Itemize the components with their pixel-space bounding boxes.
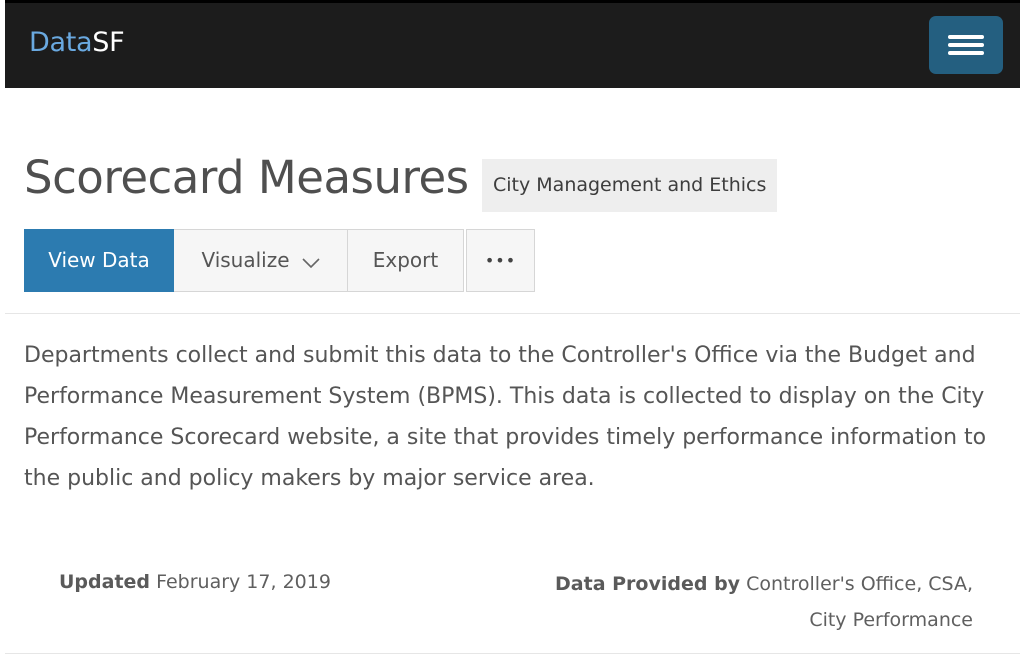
visualize-label: Visualize: [201, 248, 290, 272]
provided-by-line-1: Data Provided by Controller's Office, CS…: [555, 566, 973, 602]
provided-by-label: Data Provided by: [555, 573, 741, 595]
updated-label: Updated: [59, 571, 151, 593]
brand-data-text: Data: [29, 27, 93, 58]
updated-info: Updated February 17, 2019: [59, 566, 331, 598]
provided-by-value: Controller's Office, CSA,: [746, 573, 973, 595]
provided-by-value-line-2: City Performance: [809, 609, 973, 631]
more-options-button[interactable]: •••: [466, 229, 535, 292]
section-divider: [5, 313, 1020, 314]
datasf-logo[interactable]: DataSF: [29, 27, 125, 59]
updated-date: February 17, 2019: [156, 571, 331, 593]
bottom-divider: [5, 653, 1020, 654]
dataset-description: Departments collect and submit this data…: [24, 343, 987, 491]
brand-sf-text: SF: [92, 27, 125, 58]
page-title: Scorecard Measures: [24, 151, 469, 204]
action-toolbar: View Data Visualize Export •••: [24, 229, 535, 292]
chevron-down-icon: [301, 231, 320, 292]
category-badge[interactable]: City Management and Ethics: [482, 159, 778, 212]
view-data-button[interactable]: View Data: [24, 229, 174, 292]
export-button[interactable]: Export: [348, 229, 464, 292]
hamburger-menu-button[interactable]: [929, 16, 1003, 74]
top-navbar: DataSF: [5, 0, 1020, 88]
visualize-dropdown-button[interactable]: Visualize: [174, 229, 348, 292]
provided-by-info: Data Provided by Controller's Office, CS…: [555, 566, 973, 638]
